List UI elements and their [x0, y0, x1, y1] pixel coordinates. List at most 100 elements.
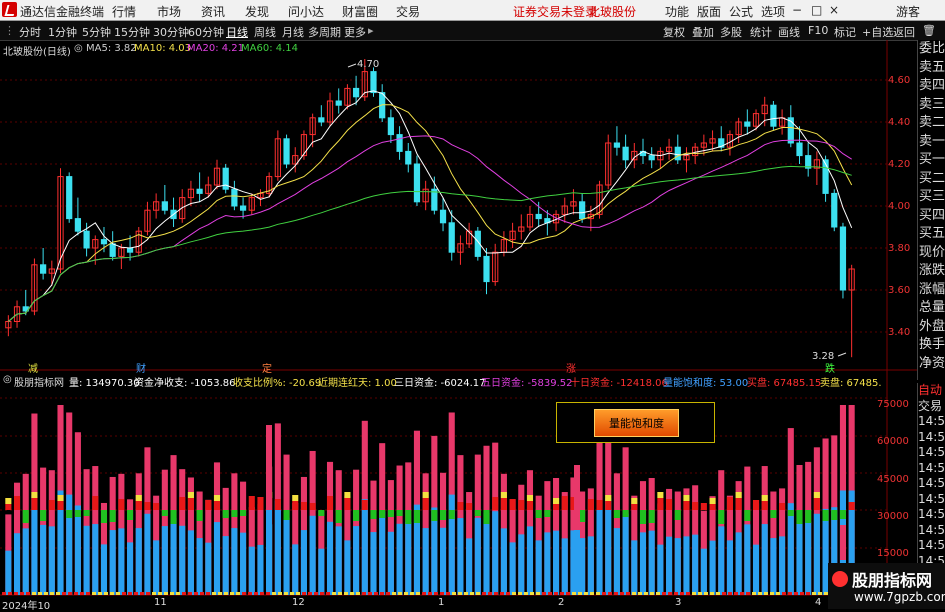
tool-fanhui[interactable]: 返回	[893, 24, 915, 40]
quote-label[interactable]: 买二	[918, 170, 945, 189]
quote-label[interactable]: 买一	[918, 151, 945, 170]
date-strip-segment	[734, 592, 738, 595]
menu-caifuquan[interactable]: 财富圈	[342, 3, 378, 20]
date-strip-segment	[302, 592, 306, 595]
volume-inner-bar	[726, 540, 733, 595]
quote-label[interactable]: 现价	[918, 244, 945, 263]
auto-label[interactable]: 自动	[918, 383, 945, 399]
event-marker-ding[interactable]: 定	[262, 360, 272, 375]
outflow-bar	[622, 510, 629, 517]
quote-label[interactable]: 卖一	[918, 133, 945, 152]
volume-inner-bar	[474, 517, 481, 595]
tool-f10[interactable]: F10	[808, 24, 828, 37]
candle-body	[126, 247, 134, 253]
trade-login-warning[interactable]: 证券交易未登录	[513, 3, 597, 20]
maximize-button[interactable]: □	[811, 3, 822, 17]
tool-biaoji[interactable]: 标记	[834, 24, 856, 40]
candle-body	[83, 230, 90, 249]
outflow-bar	[613, 510, 620, 518]
volume-inner-bar	[596, 509, 603, 595]
tool-fuquan[interactable]: 复权	[663, 24, 685, 40]
date-strip-segment	[764, 592, 768, 595]
quote-label[interactable]: 买三	[918, 188, 945, 207]
period-more-chevron-icon[interactable]: ▸	[368, 24, 374, 37]
legend-5day-fund: 五日资金: -5839.52	[481, 378, 573, 389]
tool-huaxian[interactable]: 画线	[778, 24, 800, 40]
event-marker-zhang[interactable]: 涨	[566, 360, 576, 375]
period-5min[interactable]: 5分钟	[82, 24, 111, 40]
tool-diejia[interactable]: 叠加	[692, 24, 714, 40]
menu-gongneng[interactable]: 功能	[665, 3, 689, 20]
quote-label[interactable]: 卖二	[918, 114, 945, 133]
period-week[interactable]: 周线	[254, 24, 276, 40]
date-strip-segment	[704, 592, 708, 595]
legend-10day-fund: 十日资金: -12418.06	[570, 378, 668, 389]
date-strip-segment	[164, 592, 168, 595]
outflow-bar	[83, 510, 90, 516]
period-1min[interactable]: 1分钟	[48, 24, 77, 40]
tool-zixuan[interactable]: +自选	[862, 24, 893, 40]
period-60min[interactable]: 60分钟	[188, 24, 224, 40]
quote-label[interactable]: 涨跌	[918, 262, 945, 281]
menu-wenxiaoda[interactable]: 问小达	[288, 3, 324, 20]
period-month[interactable]: 月线	[282, 24, 304, 40]
quote-label[interactable]: 外盘	[918, 318, 945, 337]
menu-xuanxiang[interactable]: 选项	[761, 3, 785, 20]
volume-inner-bar	[787, 503, 794, 595]
period-multi[interactable]: 多周期	[308, 24, 341, 40]
vol-tick: 75000	[877, 399, 909, 410]
volume-inner-bar	[240, 532, 247, 595]
menu-jiaoyi[interactable]: 交易	[396, 3, 420, 20]
date-strip-segment	[614, 592, 618, 595]
period-15min[interactable]: 15分钟	[114, 24, 150, 40]
period-more[interactable]: 更多	[344, 24, 366, 40]
date-strip-segment	[692, 592, 696, 595]
quote-label[interactable]: 涨幅	[918, 281, 945, 300]
date-strip-segment	[698, 592, 702, 595]
period-30min[interactable]: 30分钟	[153, 24, 189, 40]
menu-faxian[interactable]: 发现	[245, 3, 269, 20]
period-fenshi[interactable]: 分时	[19, 24, 41, 40]
quote-label[interactable]: 买五	[918, 225, 945, 244]
inflow-bar	[657, 498, 664, 510]
quote-label[interactable]: 委比	[918, 40, 945, 59]
indicator-toggle-icon[interactable]: ◎	[3, 374, 12, 385]
kline-chart[interactable]	[0, 40, 917, 609]
quote-label[interactable]: 卖三	[918, 96, 945, 115]
menu-banmian[interactable]: 版面	[697, 3, 721, 20]
menu-hangqing[interactable]: 行情	[112, 3, 136, 20]
volume-inner-bar	[535, 540, 542, 595]
menu-shichang[interactable]: 市场	[157, 3, 181, 20]
quote-label[interactable]: 总量	[918, 299, 945, 318]
tool-duogu[interactable]: 多股	[720, 24, 742, 40]
chart-title: 北玻股份(日线)	[3, 47, 71, 58]
minimize-button[interactable]: −	[792, 3, 802, 17]
date-strip-segment	[128, 592, 132, 595]
event-marker-cai[interactable]: 财	[136, 360, 146, 375]
inflow-bar	[605, 501, 612, 510]
volume-inner-bar	[509, 542, 516, 595]
menu-zixun[interactable]: 资讯	[201, 3, 225, 20]
ma-toggle-icon[interactable]: ◎	[74, 43, 83, 54]
menu-gongshi[interactable]: 公式	[729, 3, 753, 20]
trade-label[interactable]: 交易	[918, 399, 945, 415]
tool-tongji[interactable]: 统计	[750, 24, 772, 40]
event-marker-jian[interactable]: 减	[28, 360, 38, 375]
quote-label[interactable]: 买四	[918, 207, 945, 226]
header-stock-name: 北玻股份	[588, 5, 637, 19]
quote-label[interactable]: 卖五	[918, 59, 945, 78]
quote-label[interactable]: 换手	[918, 336, 945, 355]
user-label[interactable]: 游客	[896, 3, 920, 20]
inflow-bar	[48, 500, 55, 510]
inflow-bar	[274, 499, 281, 510]
inflow-bar	[666, 499, 673, 510]
period-day[interactable]: 日线	[226, 24, 248, 40]
quote-label[interactable]: 卖四	[918, 77, 945, 96]
event-marker-die[interactable]: 跌	[825, 360, 835, 375]
date-strip-segment	[308, 592, 312, 595]
volume-inner-bar	[153, 540, 160, 595]
close-button[interactable]: ×	[829, 3, 839, 17]
date-strip-segment	[812, 592, 816, 595]
trash-icon[interactable]: 🗑	[922, 24, 936, 37]
quote-label[interactable]: 净资	[918, 355, 945, 374]
